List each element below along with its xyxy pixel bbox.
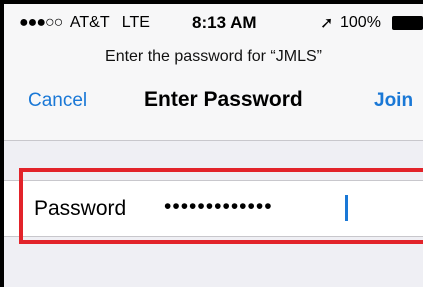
carrier-name: AT&T: [69, 14, 110, 31]
cancel-button[interactable]: Cancel: [28, 90, 87, 112]
carrier-info: ●●●○○ AT&T LTE: [19, 14, 150, 32]
battery-percentage: 100%: [340, 14, 381, 31]
location-arrow-icon: ➚: [320, 15, 334, 32]
signal-strength-icon: ●●●○○: [19, 14, 63, 31]
network-type: LTE: [121, 14, 150, 31]
phone-screen: ●●●○○ AT&T LTE 8:13 AM ➚ 100% Enter the …: [4, 4, 423, 287]
join-button[interactable]: Join: [374, 90, 413, 112]
password-prompt: Enter the password for “JMLS”: [105, 48, 322, 65]
status-time: 8:13 AM: [192, 13, 257, 32]
status-bar: ●●●○○ AT&T LTE 8:13 AM ➚ 100%: [4, 4, 423, 42]
battery-icon: [392, 16, 423, 30]
highlight-box: [19, 168, 423, 244]
page-title: Enter Password: [144, 88, 303, 111]
